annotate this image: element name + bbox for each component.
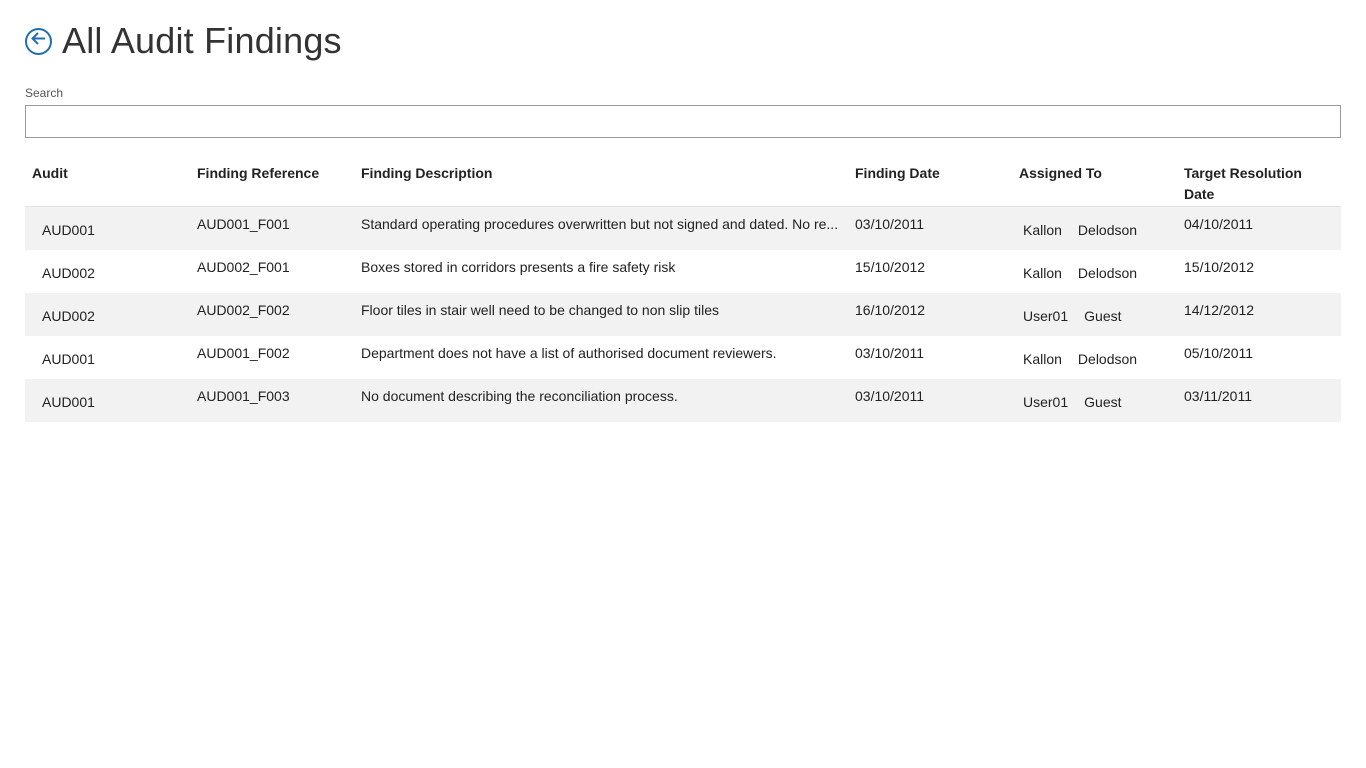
cell-finding-reference: AUD001_F003	[197, 388, 290, 404]
cell-finding-reference: AUD002_F001	[197, 259, 290, 275]
cell-target-resolution-date: 03/11/2011	[1184, 388, 1252, 404]
cell-finding-reference: AUD001_F002	[197, 345, 290, 361]
cell-finding-date: 03/10/2011	[855, 216, 925, 232]
cell-target-resolution-date: 14/12/2012	[1184, 302, 1255, 318]
cell-audit: AUD001	[42, 222, 95, 238]
assignee-first-name: User01	[1023, 394, 1069, 410]
cell-finding-description: Floor tiles in stair well need to be cha…	[361, 302, 719, 318]
column-header-finding-date[interactable]: Finding Date	[848, 160, 1012, 206]
cell-audit: AUD001	[42, 394, 95, 410]
cell-finding-reference: AUD002_F002	[197, 302, 290, 318]
cell-assigned-to: Kallon Delodson	[1012, 207, 1177, 250]
cell-finding-date: 03/10/2011	[855, 388, 925, 404]
assignee-last-name: Guest	[1084, 394, 1122, 410]
back-button[interactable]	[25, 27, 52, 55]
table-row[interactable]: AUD001 AUD001_F003 No document describin…	[25, 379, 1341, 422]
cell-finding-date: 03/10/2011	[855, 345, 925, 361]
column-header-audit[interactable]: Audit	[25, 160, 190, 206]
cell-assigned-to: Kallon Delodson	[1012, 250, 1177, 293]
cell-audit: AUD002	[42, 308, 95, 324]
page-title: All Audit Findings	[62, 20, 342, 61]
search-label: Search	[25, 86, 64, 100]
table-row[interactable]: AUD002 AUD002_F002 Floor tiles in stair …	[25, 293, 1341, 336]
findings-grid: Audit Finding Reference Finding Descript…	[25, 160, 1341, 422]
assignee-first-name: Kallon	[1023, 265, 1062, 281]
search-input[interactable]	[25, 105, 1341, 138]
cell-assigned-to: Kallon Delodson	[1012, 336, 1177, 379]
column-header-finding-description[interactable]: Finding Description	[354, 160, 848, 206]
assignee-last-name: Delodson	[1077, 351, 1138, 367]
column-header-target-resolution-date[interactable]: Target Resolution Date	[1177, 160, 1341, 206]
assignee-last-name: Delodson	[1077, 222, 1138, 238]
cell-finding-date: 15/10/2012	[855, 259, 926, 275]
cell-finding-description: No document describing the reconciliatio…	[361, 388, 678, 404]
cell-finding-description: Standard operating procedures overwritte…	[361, 216, 839, 232]
column-header-assigned-to[interactable]: Assigned To	[1012, 160, 1177, 206]
cell-finding-date: 16/10/2012	[855, 302, 926, 318]
cell-audit: AUD002	[42, 265, 95, 281]
assignee-first-name: User01	[1023, 308, 1069, 324]
cell-assigned-to: User01 Guest	[1012, 293, 1177, 336]
cell-finding-description: Boxes stored in corridors presents a fir…	[361, 259, 676, 275]
cell-target-resolution-date: 15/10/2012	[1184, 259, 1255, 275]
table-row[interactable]: AUD001 AUD001_F002 Department does not h…	[25, 336, 1341, 379]
cell-target-resolution-date: 04/10/2011	[1184, 216, 1254, 232]
page-header: All Audit Findings	[25, 18, 342, 64]
cell-audit: AUD001	[42, 351, 95, 367]
assignee-last-name: Guest	[1084, 308, 1122, 324]
assignee-first-name: Kallon	[1023, 222, 1062, 238]
table-row[interactable]: AUD002 AUD002_F001 Boxes stored in corri…	[25, 250, 1341, 293]
cell-finding-description: Department does not have a list of autho…	[361, 345, 777, 361]
cell-assigned-to: User01 Guest	[1012, 379, 1177, 422]
column-header-finding-reference[interactable]: Finding Reference	[190, 160, 354, 206]
assignee-last-name: Delodson	[1077, 265, 1138, 281]
arrow-left-circle-icon	[31, 32, 46, 50]
cell-target-resolution-date: 05/10/2011	[1184, 345, 1254, 361]
cell-finding-reference: AUD001_F001	[197, 216, 290, 232]
grid-header: Audit Finding Reference Finding Descript…	[25, 160, 1341, 207]
assignee-first-name: Kallon	[1023, 351, 1062, 367]
table-row[interactable]: AUD001 AUD001_F001 Standard operating pr…	[25, 207, 1341, 250]
